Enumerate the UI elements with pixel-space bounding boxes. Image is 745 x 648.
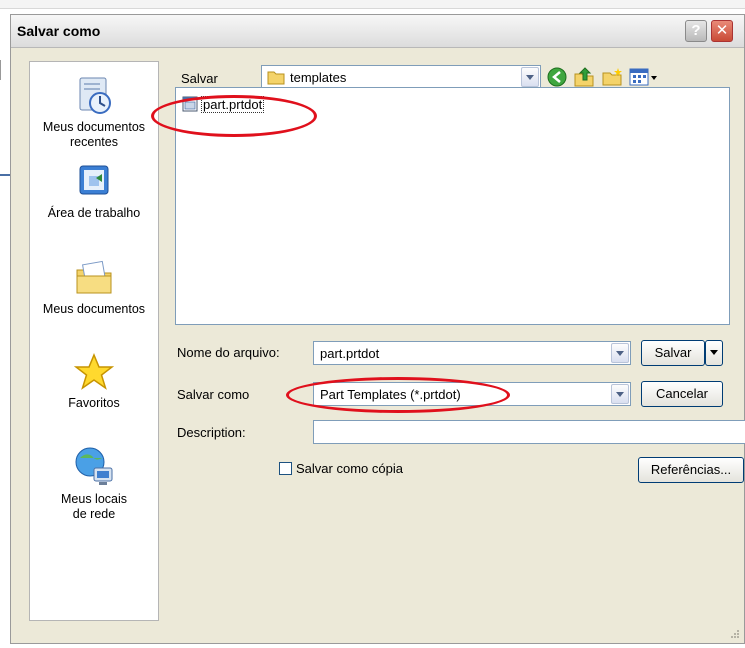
chevron-down-icon: [710, 350, 718, 355]
place-label-line1: Meus documentos: [42, 302, 146, 316]
recent-documents-icon: [79, 77, 111, 114]
place-network[interactable]: Meus locais de rede: [30, 444, 158, 522]
save-in-label: Salvar: [181, 71, 218, 86]
cancel-button-label: Cancelar: [655, 386, 709, 401]
place-label-line1: Meus documentos: [42, 120, 146, 134]
description-input[interactable]: [313, 420, 745, 444]
references-button[interactable]: Referências...: [638, 457, 744, 483]
dialog-title: Salvar como: [17, 23, 101, 39]
chevron-down-icon[interactable]: [611, 343, 629, 363]
help-button[interactable]: ?: [685, 20, 707, 42]
highlight-ellipse: [286, 377, 510, 413]
place-label-line1: Área de trabalho: [47, 206, 141, 220]
description-label: Description:: [177, 425, 246, 440]
chevron-down-icon[interactable]: [521, 67, 539, 87]
my-documents-icon: [76, 260, 112, 294]
save-button[interactable]: Salvar: [641, 340, 705, 366]
place-label-line2: de rede: [72, 507, 116, 521]
place-desktop[interactable]: Área de trabalho: [30, 162, 158, 221]
place-recent-documents[interactable]: Meus documentos recentes: [30, 76, 158, 150]
place-label-line1: Favoritos: [68, 396, 120, 410]
place-label-line2: recentes: [70, 135, 118, 149]
background-line: [0, 60, 1, 80]
new-folder-icon[interactable]: [601, 67, 623, 87]
up-folder-icon[interactable]: [573, 66, 595, 88]
background-line: [0, 174, 10, 176]
save-copy-label: Salvar como cópia: [296, 461, 403, 476]
save-as-type-label: Salvar como: [177, 387, 250, 402]
network-places-icon: [75, 447, 113, 485]
background-app-strip: [0, 0, 745, 9]
references-button-label: Referências...: [650, 462, 732, 477]
place-favorites[interactable]: Favoritos: [30, 352, 158, 411]
favorites-icon: [74, 353, 114, 390]
cancel-button[interactable]: Cancelar: [641, 381, 723, 407]
filename-label: Nome do arquivo:: [177, 345, 280, 360]
save-options-dropdown[interactable]: [705, 340, 723, 366]
place-label-line1: Meus locais: [61, 492, 127, 506]
save-in-value: templates: [290, 70, 347, 85]
places-bar: Meus documentos recentes Área de trabalh…: [29, 61, 159, 621]
save-in-combo[interactable]: templates: [261, 65, 541, 89]
save-button-label: Salvar: [654, 345, 692, 360]
save-as-dialog: Salvar como ? ✕ Meus documentos recentes: [10, 14, 745, 644]
folder-icon: [267, 71, 285, 85]
title-bar: Salvar como ? ✕: [11, 15, 744, 48]
filename-input[interactable]: part.prtdot: [313, 341, 631, 365]
filename-value: part.prtdot: [320, 346, 380, 361]
save-copy-checkbox[interactable]: [279, 462, 292, 475]
chevron-down-icon[interactable]: [611, 384, 629, 404]
highlight-ellipse: [151, 95, 317, 137]
desktop-icon: [79, 165, 109, 195]
close-button[interactable]: ✕: [711, 20, 733, 42]
views-menu-icon[interactable]: [629, 67, 659, 87]
back-icon[interactable]: [547, 67, 567, 87]
resize-grip-icon[interactable]: [728, 627, 740, 639]
place-my-documents[interactable]: Meus documentos: [30, 258, 158, 317]
